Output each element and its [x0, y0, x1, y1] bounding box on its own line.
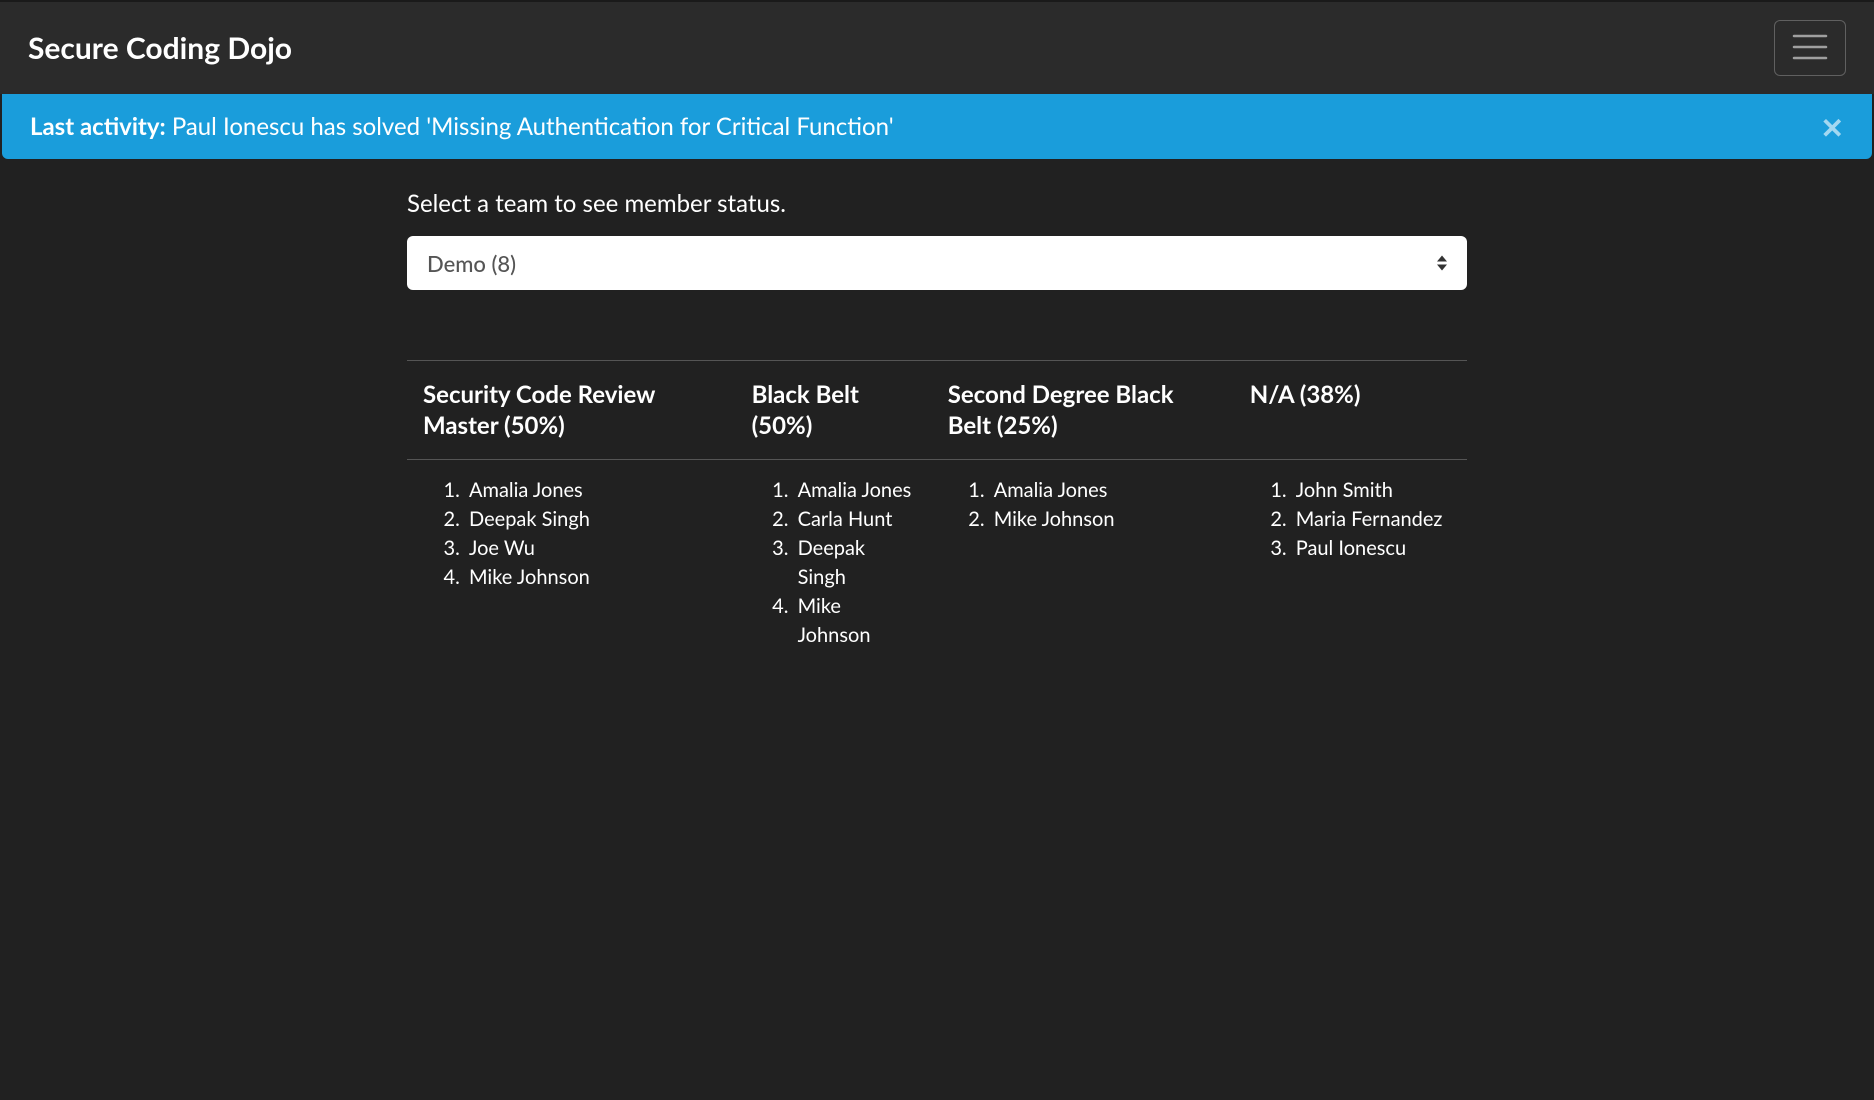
member-list: Amalia JonesMike Johnson: [948, 476, 1218, 534]
alert-label: Last activity:: [30, 112, 166, 141]
menu-toggle-button[interactable]: [1774, 20, 1846, 76]
list-item: Deepak Singh: [465, 505, 720, 534]
select-caret-icon: [1437, 256, 1447, 271]
column-header: N/A (38%): [1234, 361, 1467, 460]
list-item: Carla Hunt: [794, 505, 916, 534]
member-list: Amalia JonesCarla HuntDeepak SinghMike J…: [752, 476, 916, 650]
list-item: Amalia Jones: [990, 476, 1218, 505]
list-item: Mike Johnson: [990, 505, 1218, 534]
team-select[interactable]: Demo (8): [407, 236, 1467, 290]
activity-alert: Last activity: Paul Ionescu has solved '…: [2, 94, 1872, 159]
list-item: Paul Ionescu: [1292, 534, 1451, 563]
member-list: Amalia JonesDeepak SinghJoe WuMike Johns…: [423, 476, 720, 592]
list-item: Mike Johnson: [794, 592, 916, 650]
list-item: Amalia Jones: [794, 476, 916, 505]
column-header: Security Code Review Master (50%): [407, 361, 736, 460]
hamburger-icon: [1792, 32, 1828, 65]
list-item: Deepak Singh: [794, 534, 916, 592]
team-select-value: Demo (8): [427, 250, 1447, 277]
list-item: Maria Fernandez: [1292, 505, 1451, 534]
main-content: Select a team to see member status. Demo…: [407, 159, 1467, 720]
instruction-text: Select a team to see member status.: [407, 189, 1467, 218]
list-item: Mike Johnson: [465, 563, 720, 592]
column-header: Black Belt (50%): [736, 361, 932, 460]
list-item: Amalia Jones: [465, 476, 720, 505]
list-item: John Smith: [1292, 476, 1451, 505]
alert-text: Paul Ionescu has solved 'Missing Authent…: [166, 112, 894, 141]
close-icon[interactable]: ✕: [1821, 113, 1844, 141]
member-list: John SmithMaria FernandezPaul Ionescu: [1250, 476, 1451, 563]
brand-title: Secure Coding Dojo: [28, 30, 292, 66]
navbar: Secure Coding Dojo: [0, 0, 1874, 94]
status-table: Security Code Review Master (50%) Black …: [407, 360, 1467, 660]
list-item: Joe Wu: [465, 534, 720, 563]
column-header: Second Degree Black Belt (25%): [932, 361, 1234, 460]
